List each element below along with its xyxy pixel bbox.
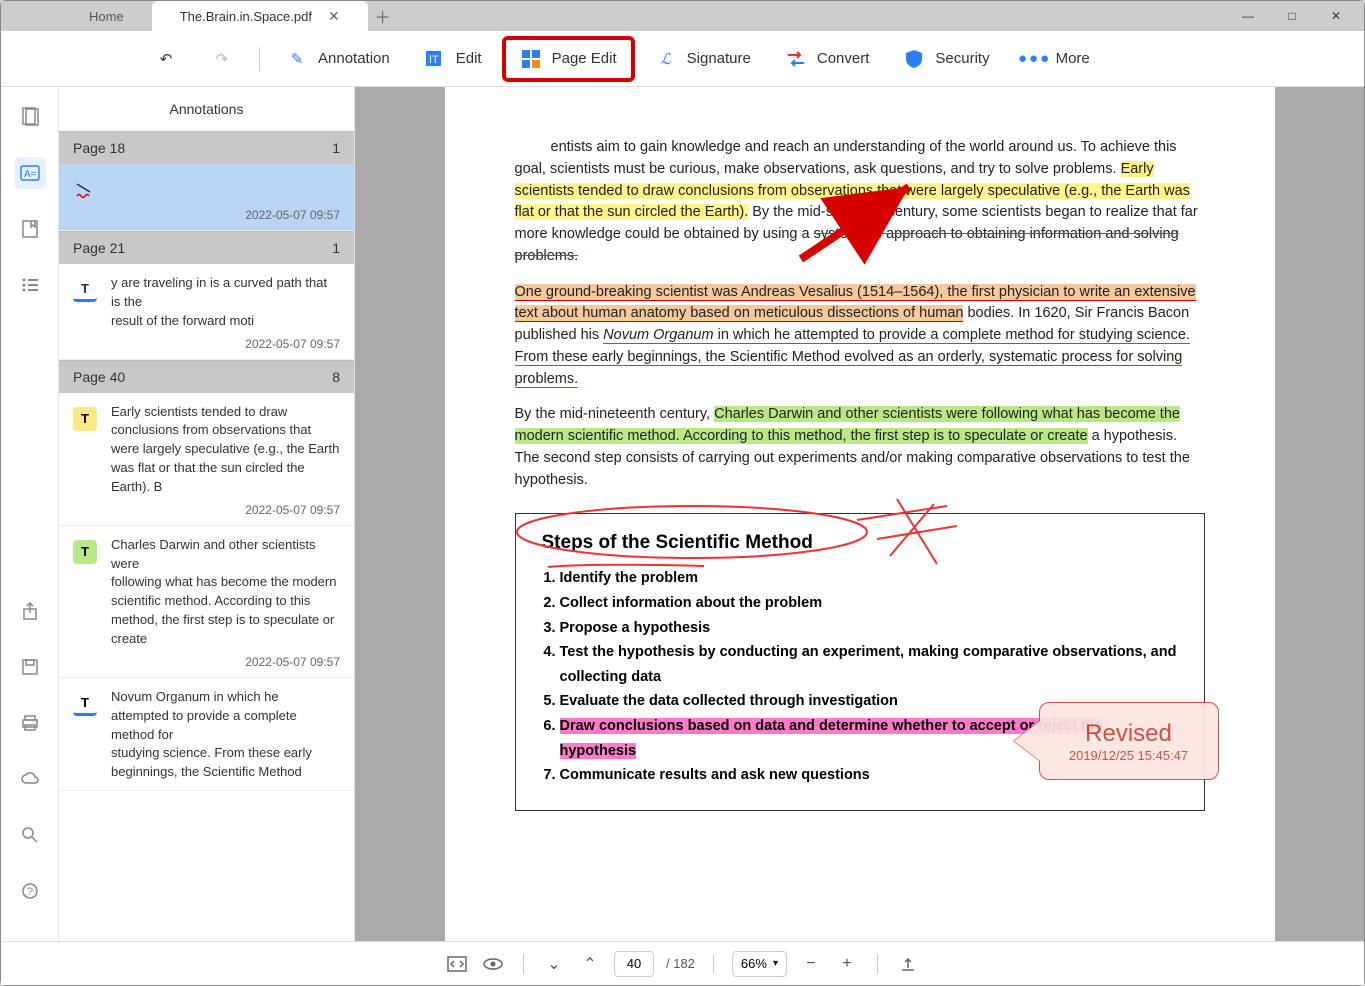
stamp-date: 2019/12/25 15:45:47 xyxy=(1069,748,1188,763)
annotations-panel-button[interactable]: A= xyxy=(14,157,46,189)
tab-home[interactable]: Home xyxy=(61,1,152,31)
maximize-button[interactable]: □ xyxy=(1270,1,1314,31)
svg-text:A=: A= xyxy=(24,169,37,180)
page-header[interactable]: Page 408 xyxy=(59,360,354,393)
svg-text:?: ? xyxy=(27,886,33,898)
signature-icon: ℒ xyxy=(655,48,677,70)
save-button[interactable] xyxy=(14,651,46,683)
bookmarks-button[interactable] xyxy=(14,213,46,245)
page-header[interactable]: Page 181 xyxy=(59,131,354,164)
page-edit-button[interactable]: Page Edit xyxy=(502,36,635,82)
tab-home-label: Home xyxy=(89,9,124,24)
svg-text:IT: IT xyxy=(429,54,439,66)
edit-icon: IT xyxy=(424,48,446,70)
annotation-button[interactable]: ✎ Annotation xyxy=(272,40,404,78)
tab-document[interactable]: The.Brain.in.Space.pdf ✕ xyxy=(152,1,368,31)
zoom-out-button[interactable]: − xyxy=(799,952,823,976)
underline-icon: T xyxy=(73,692,97,716)
document-viewer[interactable]: entists aim to gain knowledge and reach … xyxy=(355,87,1364,941)
page-total: / 182 xyxy=(666,956,695,971)
paragraph: entists aim to gain knowledge and reach … xyxy=(515,137,1205,268)
zoom-in-button[interactable]: + xyxy=(835,952,859,976)
outline-button[interactable] xyxy=(14,269,46,301)
add-tab-button[interactable]: ＋ xyxy=(368,1,398,31)
redo-button[interactable]: ↷ xyxy=(197,40,247,78)
annotation-item[interactable]: T Charles Darwin and other scientists we… xyxy=(59,526,354,678)
search-button[interactable] xyxy=(14,819,46,851)
toolbar-separator xyxy=(259,47,260,71)
convert-button[interactable]: Convert xyxy=(771,40,884,78)
convert-label: Convert xyxy=(817,50,870,67)
chevron-down-icon: ▾ xyxy=(773,958,778,969)
cloud-button[interactable] xyxy=(14,763,46,795)
pencil-icon: ✎ xyxy=(286,48,308,70)
zoom-select[interactable]: 66%▾ xyxy=(732,951,787,977)
redo-icon: ↷ xyxy=(211,48,233,70)
edit-label: Edit xyxy=(456,50,482,67)
share-button[interactable] xyxy=(14,595,46,627)
more-button[interactable]: ●●● More xyxy=(1010,40,1104,78)
pdf-page: entists aim to gain knowledge and reach … xyxy=(445,87,1275,941)
undo-button[interactable]: ↶ xyxy=(141,40,191,78)
close-button[interactable]: ✕ xyxy=(1314,1,1358,31)
page-input[interactable] xyxy=(614,951,654,977)
help-button[interactable]: ? xyxy=(14,875,46,907)
box-title: Steps of the Scientific Method xyxy=(542,532,813,554)
more-icon: ●●● xyxy=(1024,48,1046,70)
signature-label: Signature xyxy=(687,50,751,67)
paragraph: By the mid-nineteenth century, Charles D… xyxy=(515,404,1205,491)
signature-button[interactable]: ℒ Signature xyxy=(641,40,765,78)
close-tab-icon[interactable]: ✕ xyxy=(328,8,340,25)
fit-page-button[interactable] xyxy=(445,952,469,976)
more-label: More xyxy=(1056,50,1090,67)
print-button[interactable] xyxy=(14,707,46,739)
minimize-button[interactable]: — xyxy=(1226,1,1270,31)
squiggle-icon xyxy=(73,178,97,202)
paragraph: One ground-breaking scientist was Andrea… xyxy=(515,282,1205,391)
security-button[interactable]: Security xyxy=(889,40,1003,78)
annotation-item[interactable]: T Early scientists tended to draw conclu… xyxy=(59,393,354,526)
security-label: Security xyxy=(935,50,989,67)
page-header[interactable]: Page 211 xyxy=(59,231,354,264)
grid-icon xyxy=(520,48,542,70)
next-page-button[interactable]: ⌄ xyxy=(542,952,566,976)
shield-icon xyxy=(903,48,925,70)
thumbnails-button[interactable] xyxy=(14,101,46,133)
revised-stamp[interactable]: Revised 2019/12/25 15:45:47 xyxy=(1039,702,1219,780)
stamp-label: Revised xyxy=(1085,720,1172,748)
underline-icon: T xyxy=(73,278,97,302)
panel-title: Annotations xyxy=(59,87,354,131)
prev-page-button[interactable]: ⌃ xyxy=(578,952,602,976)
page-edit-label: Page Edit xyxy=(552,50,617,67)
view-mode-button[interactable] xyxy=(481,952,505,976)
annotation-item[interactable]: 2022-05-07 09:57 xyxy=(59,164,354,231)
annotation-list[interactable]: Page 181 2022-05-07 09:57 Page 211 Ty ar… xyxy=(59,131,354,941)
undo-icon: ↶ xyxy=(155,48,177,70)
annotation-label: Annotation xyxy=(318,50,390,67)
convert-icon xyxy=(785,48,807,70)
highlight-icon: T xyxy=(73,407,97,431)
upload-button[interactable] xyxy=(896,952,920,976)
highlight-icon: T xyxy=(73,540,97,564)
edit-button[interactable]: IT Edit xyxy=(410,40,496,78)
annotation-item[interactable]: Ty are traveling in is a curved path tha… xyxy=(59,264,354,360)
tab-doc-label: The.Brain.in.Space.pdf xyxy=(180,9,312,24)
annotation-item[interactable]: TNovum Organum in which he attempted to … xyxy=(59,678,354,791)
